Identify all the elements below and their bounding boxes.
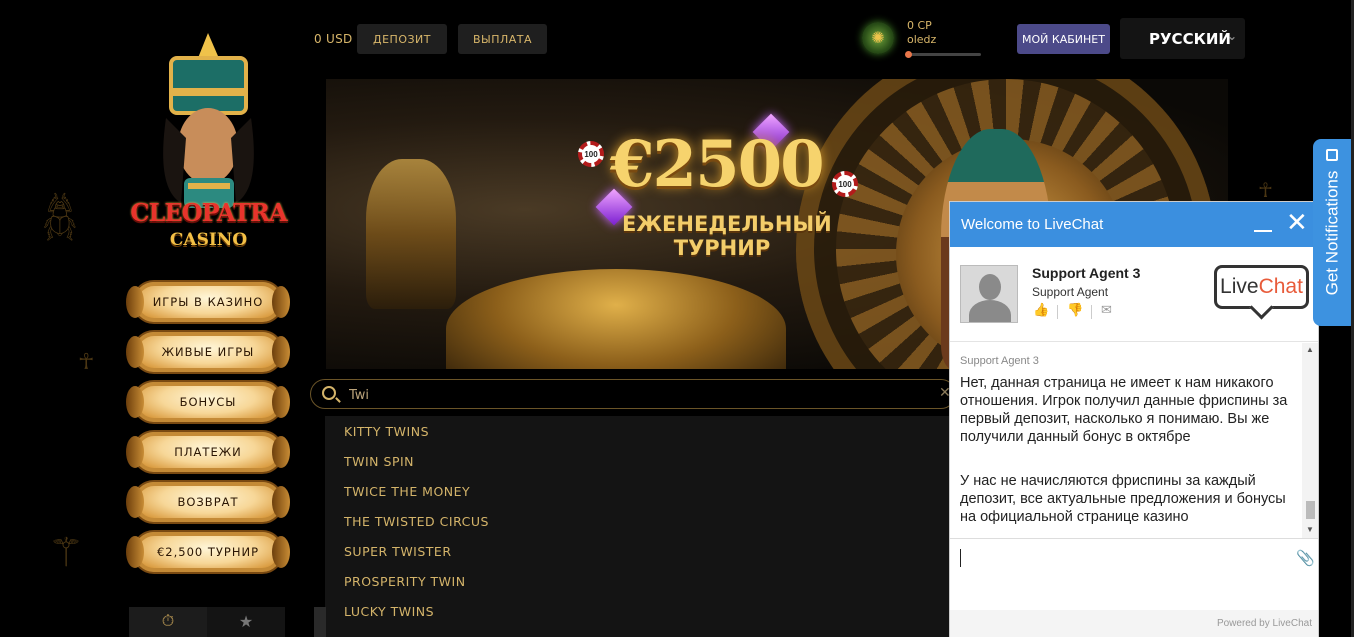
livechat-window[interactable]: Welcome to LiveChat ✕ Support Agent 3 Su… [949,201,1319,637]
deposit-button[interactable]: ДЕПОЗИТ [357,24,447,54]
chat-messages[interactable]: Support Agent 3 Нет, данная страница не … [950,343,1318,538]
search-result-item[interactable]: SUPER TWISTER [344,544,452,559]
ankh-right-decoration-icon: ☥ [1258,178,1273,202]
nav-label: ВОЗВРАТ [177,495,239,509]
chat-message: У нас не начисляются фриспины за каждый … [960,473,1286,525]
agent-avatar [960,265,1018,323]
chat-message: Нет, данная страница не имеет к нам ника… [960,375,1288,445]
nav-cashback-button[interactable]: ВОЗВРАТ [126,482,290,522]
search-result-item[interactable]: TWIN SPIN [344,454,414,469]
banner-prize-amount: €2500 [610,127,825,202]
tab-favorites[interactable]: ★ [207,607,285,637]
paperclip-icon[interactable]: 📎 [1296,549,1315,567]
nav-tournament-button[interactable]: €2,500 ТУРНИР [126,532,290,572]
scroll-up-icon[interactable]: ▲ [1306,345,1314,354]
nav-live-games-button[interactable]: ЖИВЫЕ ИГРЫ [126,332,290,372]
thumbs-down-icon[interactable]: 👎 [1067,303,1083,318]
nav-payments-button[interactable]: ПЛАТЕЖИ [126,432,290,472]
username: oledz [907,33,937,46]
livechat-logo: Live Chat [1214,265,1309,309]
envelope-icon[interactable]: ✉ [1101,303,1112,318]
language-select[interactable]: РУССКИЙ ⌄ [1120,18,1245,59]
livechat-footer: Powered by LiveChat [950,610,1318,637]
powered-by[interactable]: Powered by LiveChat [1217,618,1312,629]
casino-chip-icon: 100 [578,141,604,167]
nav-label: ПЛАТЕЖИ [174,445,242,459]
scarab-level-icon[interactable]: ✺ [862,22,894,54]
cp-progress-bar [905,51,981,58]
avatar-body [969,300,1011,322]
banner-subtitle-line2: ТУРНИР [673,236,771,260]
search-icon [322,386,336,400]
livechat-header: Welcome to LiveChat ✕ [950,202,1318,247]
nav-label: €2,500 ТУРНИР [156,545,260,559]
scarab-decoration-icon: 𓆣 [42,196,78,242]
logo-text-casino: CASINO [169,230,248,250]
close-icon[interactable]: ✕ [1286,210,1308,236]
scroll-down-icon[interactable]: ▼ [1306,525,1314,534]
ankh-decoration-icon: ☥ [78,350,95,375]
search-result-item[interactable]: LUCKY TWINS [344,604,434,619]
logo-text-cleopatra: CLEOPATRA [130,198,287,227]
banner-subtitle-line1: ЕЖЕНЕДЕЛЬНЫЙ [622,212,832,236]
search-result-item[interactable]: THE TWISTED CIRCUS [344,514,489,529]
search-input[interactable] [349,384,909,406]
nav-casino-games-button[interactable]: ИГРЫ В КАЗИНО [126,282,290,322]
star-icon: ★ [238,614,254,631]
text-caret [960,549,961,567]
notification-icon [1326,149,1338,161]
scroll-thumb[interactable] [1306,501,1315,519]
my-cabinet-button[interactable]: МОЙ КАБИНЕТ [1017,24,1110,54]
divider [1057,305,1058,319]
get-notifications-button[interactable]: Get Notifications [1313,139,1351,326]
livechat-title: Welcome to LiveChat [961,216,1104,233]
agent-info: Support Agent 3 Support Agent 👍 👎 ✉ Live… [950,247,1318,342]
divider [1091,305,1092,319]
gold-coins-art [446,269,786,369]
progress-marker [905,51,912,58]
cp-points: 0 CP [907,19,932,32]
nav-label: ИГРЫ В КАЗИНО [152,295,264,309]
message-author: Support Agent 3 [960,355,1039,367]
casino-logo[interactable]: CLEOPATRA CASINO [126,28,291,258]
language-label: РУССКИЙ [1149,29,1231,48]
nav-bonuses-button[interactable]: БОНУСЫ [126,382,290,422]
content-edge [314,607,326,637]
chat-message-input[interactable]: 📎 [950,538,1318,610]
nav-label: ЖИВЫЕ ИГРЫ [161,345,255,359]
crook-flail-decoration-icon: ⚚ [48,530,84,576]
game-search[interactable]: ✕ [310,379,956,409]
logo-live: Live [1220,275,1259,298]
nav-label: БОНУСЫ [179,395,237,409]
tab-timer[interactable]: ⏱ [129,607,207,637]
thumbs-up-icon[interactable]: 👍 [1033,303,1049,318]
chip-value: 100 [838,179,852,189]
casino-chip-icon: 100 [832,171,858,197]
search-result-item[interactable]: TWICE THE MONEY [344,484,470,499]
logo-chat: Chat [1258,275,1303,298]
stopwatch-icon: ⏱ [161,613,175,630]
search-result-item[interactable]: KITTY TWINS [344,424,429,439]
agent-name: Support Agent 3 [1032,265,1141,281]
withdraw-button[interactable]: ВЫПЛАТА [458,24,547,54]
minimize-icon[interactable] [1254,230,1272,232]
notifications-label: Get Notifications [1322,170,1342,295]
search-results-dropdown: KITTY TWINS TWIN SPIN TWICE THE MONEY TH… [325,416,949,637]
user-points: 0 CP oledz [907,19,936,47]
chip-value: 100 [584,149,598,159]
chat-scrollbar[interactable]: ▲ ▼ [1302,343,1318,538]
pharaoh-statue-art [366,159,456,309]
banner-subtitle: ЕЖЕНЕДЕЛЬНЫЙ ТУРНИР [622,212,832,260]
agent-role: Support Agent [1032,285,1109,299]
balance-display: 0 USD [314,32,353,46]
search-result-item[interactable]: PROSPERITY TWIN [344,574,466,589]
chevron-down-icon: ⌄ [1226,29,1237,43]
avatar-head [979,274,1001,300]
